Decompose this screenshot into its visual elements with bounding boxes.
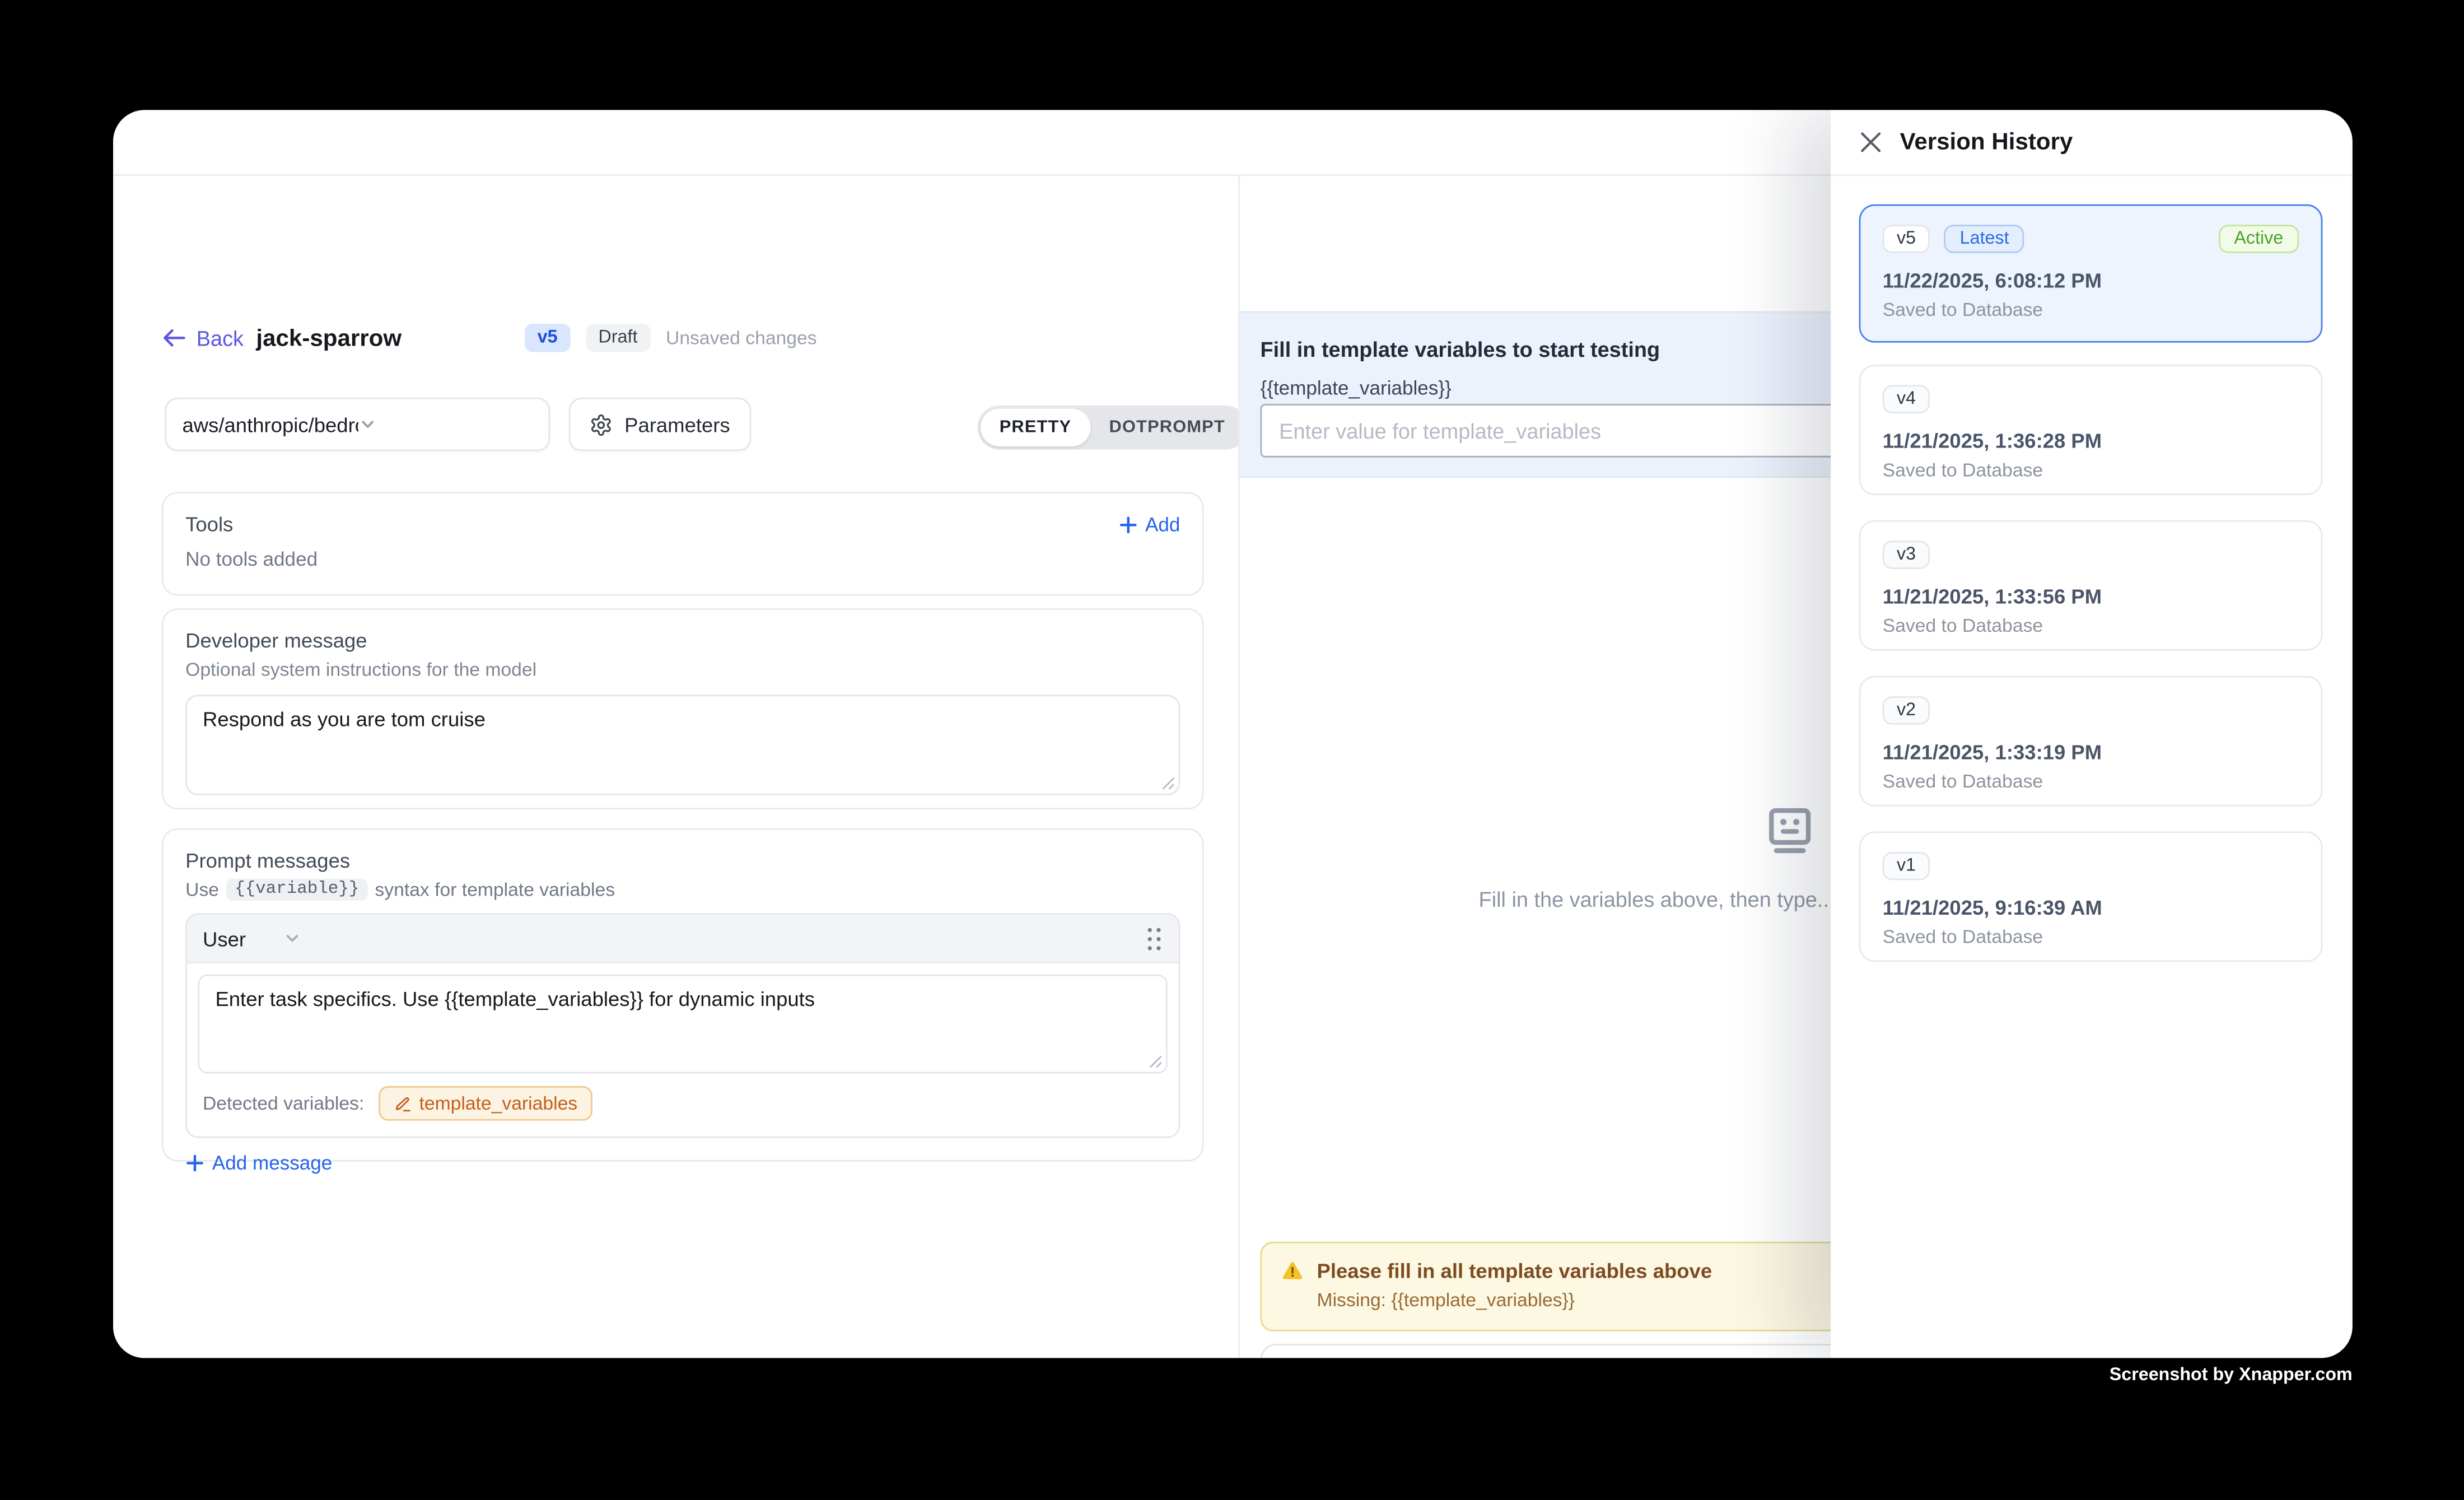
version-list: v5 Latest Active 11/22/2025, 6:08:12 PM … — [1859, 204, 2323, 987]
version-id-badge: v1 — [1883, 852, 1930, 881]
version-card-v1[interactable]: v1 11/21/2025, 9:16:39 AM Saved to Datab… — [1859, 831, 2323, 962]
editor-pane: Back jack-sparrow v5 Draft Unsaved chang… — [113, 176, 1238, 1358]
user-message-input[interactable]: Enter task specifics. Use {{template_var… — [198, 975, 1168, 1074]
gear-icon — [590, 413, 613, 436]
prompt-hint: Use {{variable}} syntax for template var… — [185, 879, 1180, 901]
version-card-v3[interactable]: v3 11/21/2025, 1:33:56 PM Saved to Datab… — [1859, 520, 2323, 651]
developer-message-card: Developer message Optional system instru… — [162, 608, 1203, 809]
version-badge: v5 — [525, 324, 570, 352]
detected-variables-row: Detected variables: template_variables — [198, 1074, 1168, 1136]
version-storage: Saved to Database — [1883, 299, 2299, 320]
unsaved-changes-label: Unsaved changes — [666, 327, 817, 349]
chevron-down-icon — [357, 415, 533, 434]
prompt-messages-title: Prompt messages — [185, 849, 1180, 872]
developer-message-input[interactable]: Respond as you are tom cruise — [185, 695, 1180, 795]
header-row: Back jack-sparrow v5 Draft Unsaved chang… — [162, 322, 244, 353]
version-history-title: Version History — [1900, 129, 2073, 156]
banner-title: Fill in template variables to start test… — [1261, 338, 1660, 361]
detected-variable-chip[interactable]: template_variables — [379, 1086, 594, 1121]
add-message-label: Add message — [212, 1152, 332, 1174]
arrow-left-icon — [162, 327, 185, 349]
hint-suffix: syntax for template variables — [375, 879, 615, 901]
version-storage: Saved to Database — [1883, 770, 2299, 792]
prompt-messages-card: Prompt messages Use {{variable}} syntax … — [162, 828, 1203, 1162]
chevron-down-icon[interactable] — [283, 929, 302, 948]
watermark-credit: Screenshot by Xnapper.com — [2110, 1366, 2353, 1385]
plus-icon — [1118, 515, 1137, 534]
tools-title: Tools — [185, 513, 233, 536]
version-timestamp: 11/21/2025, 1:33:56 PM — [1883, 585, 2299, 608]
latest-badge: Latest — [1944, 225, 2025, 253]
tools-card: Tools Add No tools added — [162, 492, 1203, 595]
variable-syntax-chip: {{variable}} — [227, 879, 367, 901]
model-select-value: aws/anthropic/bedrock-claude-3-5-s... — [183, 413, 358, 436]
template-variable-label: {{template_variables}} — [1261, 377, 1452, 399]
version-timestamp: 11/21/2025, 9:16:39 AM — [1883, 896, 2299, 919]
message-body: Enter task specifics. Use {{template_var… — [187, 963, 1179, 1136]
empty-state-text: Fill in the variables above, then type..… — [1479, 888, 1835, 911]
parameters-label: Parameters — [624, 413, 730, 436]
add-tool-label: Add — [1145, 513, 1180, 535]
version-id-badge: v4 — [1883, 385, 1930, 413]
version-id-badge: v3 — [1883, 541, 1930, 569]
back-label: Back — [197, 326, 244, 350]
add-tool-button[interactable]: Add — [1118, 513, 1180, 535]
version-storage: Saved to Database — [1883, 459, 2299, 481]
version-timestamp: 11/21/2025, 1:33:19 PM — [1883, 740, 2299, 764]
active-badge: Active — [2218, 225, 2299, 253]
version-storage: Saved to Database — [1883, 614, 2299, 636]
app-window: Back jack-sparrow v5 Draft Unsaved chang… — [113, 110, 2353, 1358]
version-card-v4[interactable]: v4 11/21/2025, 1:36:28 PM Saved to Datab… — [1859, 365, 2323, 495]
parameters-button[interactable]: Parameters — [569, 398, 752, 451]
message-header: User — [187, 915, 1179, 963]
version-id-badge: v2 — [1883, 696, 1930, 725]
toggle-pretty[interactable]: PRETTY — [981, 409, 1090, 446]
status-badges: v5 Draft Unsaved changes — [525, 324, 816, 352]
pencil-icon — [394, 1094, 412, 1112]
draft-badge: Draft — [586, 324, 650, 352]
bot-icon — [1760, 802, 1820, 861]
developer-message-subtitle: Optional system instructions for the mod… — [185, 659, 1180, 681]
version-timestamp: 11/21/2025, 1:36:28 PM — [1883, 429, 2299, 453]
plus-icon — [185, 1154, 204, 1173]
screenshot-stage: Back jack-sparrow v5 Draft Unsaved chang… — [0, 0, 2464, 1500]
back-button[interactable]: Back — [162, 326, 244, 350]
format-toggle: PRETTY DOTPROMPT — [977, 406, 1247, 450]
version-card-v2[interactable]: v2 11/21/2025, 1:33:19 PM Saved to Datab… — [1859, 676, 2323, 807]
warning-triangle-icon — [1281, 1259, 1304, 1283]
detected-variables-label: Detected variables: — [203, 1092, 364, 1114]
warning-title: Please fill in all template variables ab… — [1317, 1259, 1712, 1283]
version-id-badge: v5 — [1883, 225, 1930, 253]
hint-prefix: Use — [185, 879, 219, 901]
developer-message-title: Developer message — [185, 628, 1180, 652]
role-select-value[interactable]: User — [203, 926, 246, 950]
tools-empty-text: No tools added — [185, 548, 1180, 570]
version-card-v5[interactable]: v5 Latest Active 11/22/2025, 6:08:12 PM … — [1859, 204, 2323, 343]
page-title: jack-sparrow — [256, 324, 507, 351]
version-timestamp: 11/22/2025, 6:08:12 PM — [1883, 269, 2299, 292]
resize-handle-icon[interactable] — [1149, 1055, 1163, 1069]
detected-variable-name: template_variables — [419, 1092, 577, 1114]
version-history-panel: Version History v5 Latest Active 11/22/2… — [1831, 110, 2353, 1358]
version-history-header: Version History — [1831, 110, 2353, 176]
version-storage: Saved to Database — [1883, 926, 2299, 948]
resize-handle-icon[interactable] — [1161, 776, 1175, 790]
drag-handle-icon[interactable] — [1146, 925, 1163, 952]
model-select[interactable]: aws/anthropic/bedrock-claude-3-5-s... — [165, 398, 550, 451]
message-block: User Enter task specifics. Use {{templat… — [185, 913, 1180, 1138]
toggle-dotprompt[interactable]: DOTPROMPT — [1090, 409, 1244, 446]
close-icon[interactable] — [1859, 131, 1883, 154]
add-message-button[interactable]: Add message — [185, 1152, 1180, 1174]
